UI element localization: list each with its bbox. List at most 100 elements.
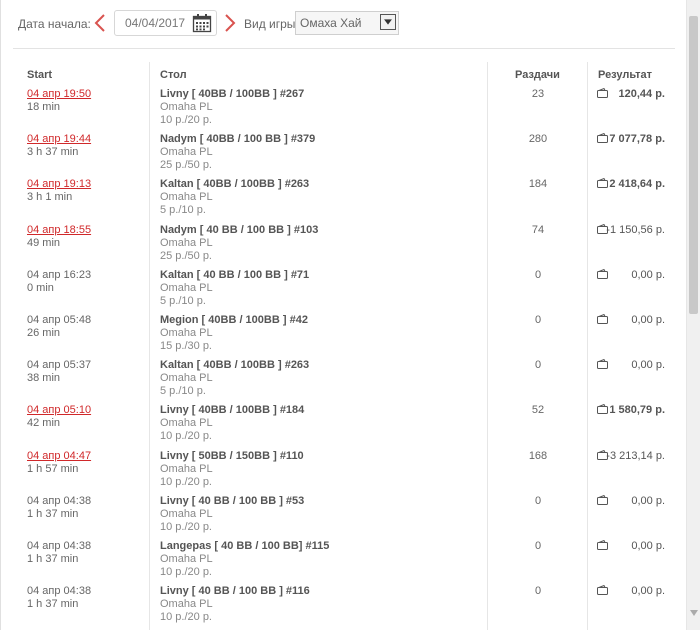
game-type: Omaha PL	[160, 236, 213, 249]
session-duration: 0 min	[27, 281, 54, 294]
chevron-left-icon[interactable]	[93, 12, 107, 34]
game-type: Omaha PL	[160, 146, 213, 159]
table-cell: Megion [ 40BB / 100BB ] #42 Omaha PL 15 р.…	[160, 314, 308, 353]
date-value: 04/04/2017	[125, 16, 186, 30]
table-stakes: 25 р./50 р.	[160, 249, 212, 262]
table-stakes: 10 р./20 р.	[160, 430, 212, 443]
table-stakes: 10 р./20 р.	[160, 114, 212, 126]
start-cell: 04 апр 04:38 1 h 37 min	[27, 585, 91, 611]
table-cell: Kaltan [ 40 BB / 100 BB ] #71 Omaha PL 5 р…	[160, 269, 309, 308]
game-type: Omaha PL	[160, 372, 213, 385]
game-select[interactable]: Омаха Хай	[295, 11, 399, 35]
table-row[interactable]: 04 апр 04:38 1 h 37 min Livny [ 40 BB / 10…	[1, 585, 687, 630]
hands-count: 23	[531, 88, 545, 100]
table-header: Start Стол Раздачи Результат	[1, 69, 687, 83]
start-cell: 04 апр 16:23 0 min	[27, 269, 91, 295]
wallet-icon	[597, 540, 608, 550]
game-type: Omaha PL	[160, 101, 213, 113]
start-time: 04 апр 05:37	[27, 359, 92, 372]
result-value: 0,00 р.	[631, 268, 665, 281]
table-stakes: 10 р./20 р.	[160, 520, 212, 533]
session-duration: 1 h 37 min	[27, 553, 79, 565]
table-row[interactable]: 04 апр 19:13 3 h 1 min Kaltan [ 40BB / 100…	[1, 178, 687, 223]
start-time-link[interactable]: 04 апр 05:10	[27, 404, 91, 417]
table-row[interactable]: 04 апр 05:37 38 min Kaltan [ 40BB / 100BB …	[1, 359, 687, 404]
start-time: 04 апр 05:48	[27, 314, 92, 326]
session-duration: 26 min	[27, 327, 61, 339]
wallet-icon	[597, 88, 608, 98]
start-cell: 04 апр 19:44 3 h 37 min	[27, 133, 91, 159]
wallet-icon	[597, 359, 608, 370]
table-row[interactable]: 04 апр 19:44 3 h 37 min Nadym [ 40BB / 100…	[1, 133, 687, 178]
table-stakes: 5 р./10 р.	[160, 385, 206, 398]
start-time-link[interactable]: 04 апр 19:50	[27, 88, 91, 101]
table-name: Livny [ 40 BB / 100 BB ] #53	[160, 494, 305, 507]
hands-count: 168	[528, 449, 548, 462]
table-row[interactable]: 04 апр 04:38 1 h 37 min Livny [ 40 BB / 10…	[1, 494, 687, 540]
game-type: Omaha PL	[160, 598, 213, 611]
chevron-right-icon[interactable]	[223, 12, 237, 34]
calendar-icon[interactable]	[192, 13, 212, 33]
table-name: Nadym [ 40 BB / 100 BB ] #103	[160, 223, 319, 236]
table-cell: Livny [ 40BB / 100BB ] #184 Omaha PL 10 р.…	[160, 404, 304, 443]
table-row[interactable]: 04 апр 18:55 49 min Nadym [ 40 BB / 100 BB…	[1, 223, 687, 269]
table-name: Livny [ 50BB / 150BB ] #110	[160, 449, 304, 462]
wallet-icon	[597, 178, 608, 189]
game-type: Omaha PL	[160, 462, 213, 475]
filter-divider	[13, 48, 675, 49]
start-time: 04 апр 04:38	[27, 585, 92, 598]
wallet-icon	[597, 268, 608, 279]
table-cell: Langepas [ 40 BB / 100 BB] #115 Omaha PL 1…	[160, 540, 329, 579]
scrollbar-thumb[interactable]	[689, 16, 698, 314]
header-start[interactable]: Start	[27, 69, 52, 81]
start-time-link[interactable]: 04 апр 04:47	[27, 450, 91, 463]
result-value: 120,44 р.	[618, 88, 665, 100]
table-row[interactable]: 04 апр 19:50 18 min Livny [ 40BB / 100BB ]…	[1, 88, 687, 133]
start-cell: 04 апр 04:38 1 h 37 min	[27, 495, 91, 521]
chevron-down-icon[interactable]	[380, 14, 396, 30]
table-stakes: 25 р./50 р.	[160, 159, 212, 172]
hands-count: 52	[531, 404, 545, 417]
hands-count: 0	[534, 585, 542, 598]
session-duration: 1 h 37 min	[27, 507, 79, 520]
result-value: 0,00 р.	[631, 494, 665, 507]
hands-count: 0	[534, 494, 542, 507]
session-duration: 3 h 37 min	[27, 146, 79, 159]
game-type: Omaha PL	[160, 281, 213, 294]
table-stakes: 5 р./10 р.	[160, 294, 206, 307]
table-cell: Kaltan [ 40BB / 100BB ] #263 Omaha PL 5 р.…	[160, 359, 309, 398]
start-time-link[interactable]: 04 апр 19:44	[27, 133, 91, 146]
table-row[interactable]: 04 апр 04:47 1 h 57 min Livny [ 50BB / 150…	[1, 449, 687, 495]
start-time-link[interactable]: 04 апр 18:55	[27, 224, 91, 237]
table-name: Livny [ 40 BB / 100 BB ] #116	[160, 585, 310, 598]
session-duration: 49 min	[27, 236, 61, 249]
hands-count: 0	[534, 359, 542, 372]
game-type: Omaha PL	[160, 327, 213, 339]
hands-count: 280	[528, 133, 548, 146]
start-cell: 04 апр 04:47 1 h 57 min	[27, 450, 91, 476]
result-value: 0,00 р.	[631, 540, 665, 552]
hands-count: 74	[531, 223, 545, 236]
header-table[interactable]: Стол	[160, 69, 187, 81]
vertical-scrollbar[interactable]	[686, 0, 700, 630]
table-row[interactable]: 04 апр 04:38 1 h 37 min Langepas [ 40 BB /…	[1, 540, 687, 585]
sessions-panel: Дата начала: 04/04/2017 Вид игры: Омаха …	[0, 0, 686, 630]
game-value: Омаха Хай	[300, 16, 362, 30]
result-value: 0,00 р.	[631, 314, 665, 326]
scroll-down-arrow-icon[interactable]	[690, 608, 698, 618]
table-row[interactable]: 04 апр 05:48 26 min Megion [ 40BB / 100BB …	[1, 314, 687, 359]
table-row[interactable]: 04 апр 05:10 42 min Livny [ 40BB / 100BB ]…	[1, 404, 687, 449]
date-label: Дата начала:	[18, 17, 91, 31]
table-row[interactable]: 04 апр 16:23 0 min Kaltan [ 40 BB / 100 BB…	[1, 268, 687, 314]
wallet-icon	[597, 404, 608, 415]
start-time-link[interactable]: 04 апр 19:13	[27, 178, 91, 191]
result-value: -3 213,14 р.	[606, 449, 665, 462]
game-type: Omaha PL	[160, 507, 213, 520]
header-hands[interactable]: Раздачи	[515, 69, 560, 81]
session-duration: 18 min	[27, 101, 61, 113]
hands-count: 0	[534, 314, 542, 326]
header-result[interactable]: Результат	[598, 69, 652, 81]
result-value: 0,00 р.	[631, 585, 665, 598]
table-name: Kaltan [ 40BB / 100BB ] #263	[160, 359, 310, 372]
game-type: Omaha PL	[160, 191, 213, 204]
